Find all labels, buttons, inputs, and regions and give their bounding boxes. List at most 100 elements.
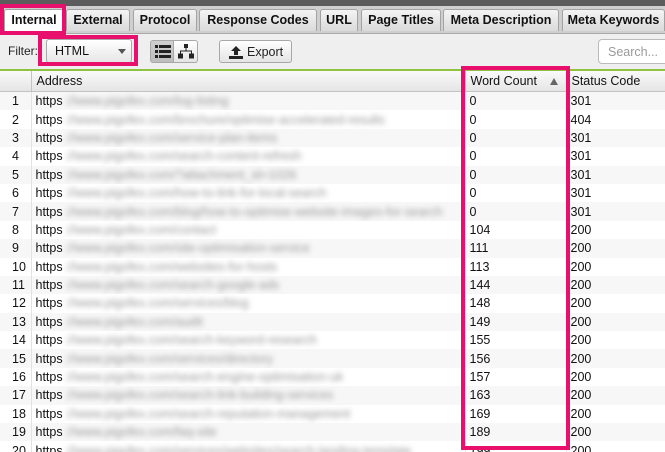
table-row[interactable]: 6 https://www.pigofex.com/how-to-link-for… [0,183,665,203]
word-count-cell: 104 [465,220,567,240]
word-count-cell: 163 [465,386,567,405]
export-button[interactable]: Export [219,40,292,63]
address-path-blurred: ://www.pigofex.com/services/websites/sea… [64,443,412,452]
address-scheme: https [35,130,63,145]
address-cell[interactable]: https://www.pigofex.com/site-optimisatio… [31,239,466,258]
table-row[interactable]: 4 https://www.pigofex.com/search-content-… [0,147,665,166]
address-scheme: https [35,222,63,237]
list-view-button[interactable] [150,40,174,63]
address-scheme: https [35,443,63,452]
row-number: 5 [0,165,32,184]
row-number: 1 [0,91,32,111]
address-cell[interactable]: https://www.pigofex.com/search-engine-op… [31,367,466,387]
table-row[interactable]: 3 https://www.pigofex.com/service-plan-it… [0,128,665,148]
row-number: 2 [0,110,32,129]
table-row[interactable]: 5 https://www.pigofex.com/?attachment_id=… [0,165,665,184]
table-row[interactable]: 2 https://www.pigofex.com/brochure/optimi… [0,110,665,129]
address-cell[interactable]: https://www.pigofex.com/blog/how-to-opti… [31,202,466,221]
address-cell[interactable]: https://www.pigofex.com/faq-site [31,423,466,442]
row-number: 8 [0,220,32,240]
filter-select-value: HTML [55,44,90,58]
tree-view-icon [178,44,194,59]
row-number: 4 [0,147,32,166]
filter-select[interactable]: HTML [46,39,132,63]
address-path-blurred: ://www.pigofex.com/search-content-refres… [64,149,302,164]
tab-page-titles[interactable]: Page Titles [361,9,441,31]
address-scheme: https [35,370,63,385]
tab-internal[interactable]: Internal [4,9,64,31]
table-row[interactable]: 9 https://www.pigofex.com/site-optimisati… [0,239,665,258]
table-row[interactable]: 8 https://www.pigofex.com/contact 104 200 [0,220,665,240]
table-row[interactable]: 17 https://www.pigofex.com/search-link-bu… [0,386,665,405]
tree-view-button[interactable] [174,40,198,63]
tab-protocol[interactable]: Protocol [133,9,197,31]
address-path-blurred: ://www.pigofex.com/audit [64,314,203,329]
row-number: 19 [0,423,32,442]
word-count-cell: 155 [465,331,567,350]
table-row[interactable]: 13 https://www.pigofex.com/audit 149 200 [0,312,665,332]
table-row[interactable]: 11 https://www.pigofex.com/search-google-… [0,275,665,295]
status-code-cell: 200 [566,257,665,276]
table-row[interactable]: 18 https://www.pigofex.com/search-reputat… [0,404,665,424]
word-count-cell: 144 [465,275,567,295]
address-scheme: https [35,314,63,329]
address-cell[interactable]: https://www.pigofex.com/service-plan-ite… [31,128,466,148]
table-row[interactable]: 7 https://www.pigofex.com/blog/how-to-opt… [0,202,665,221]
address-cell[interactable]: https://www.pigofex.com/services/blog [31,294,466,313]
address-column-header[interactable]: Address [31,71,466,92]
address-path-blurred: ://www.pigofex.com/log-listing [64,94,229,109]
tab-url[interactable]: URL [320,9,358,31]
tab-response-codes[interactable]: Response Codes [199,9,317,31]
address-cell[interactable]: https://www.pigofex.com/log-listing [31,91,466,111]
row-number: 20 [0,441,32,452]
word-count-cell: 0 [465,91,567,111]
tab-external[interactable]: External [66,9,130,31]
address-scheme: https [35,406,63,421]
list-view-icon [155,45,171,58]
table-row[interactable]: 1 https://www.pigofex.com/log-listing 0 301 [0,91,665,111]
address-path-blurred: ://www.pigofex.com/site-optimisation-ser… [64,241,310,256]
row-number: 3 [0,128,32,148]
address-cell[interactable]: https://www.pigofex.com/how-to-link-for-… [31,183,466,203]
address-scheme: https [35,259,63,274]
row-number: 7 [0,202,32,221]
status-code-cell: 200 [566,239,665,258]
search-input[interactable] [598,39,665,64]
status-code-column-header[interactable]: Status Code [566,71,665,92]
status-code-cell: 200 [566,275,665,295]
address-cell[interactable]: https://www.pigofex.com/audit [31,312,466,332]
word-count-header-label: Word Count [470,74,537,88]
address-cell[interactable]: https://www.pigofex.com/search-link-buil… [31,386,466,405]
table-row[interactable]: 15 https://www.pigofex.com/services/direc… [0,349,665,368]
address-path-blurred: ://www.pigofex.com/search-reputation-man… [64,406,351,421]
word-count-cell: 169 [465,404,567,424]
address-cell[interactable]: https://www.pigofex.com/search-content-r… [31,147,466,166]
table-row[interactable]: 14 https://www.pigofex.com/search-keyword… [0,331,665,350]
word-count-column-header[interactable]: Word Count [465,71,567,92]
tab-meta-keywords[interactable]: Meta Keywords [562,9,665,31]
address-scheme: https [35,351,63,366]
address-path-blurred: ://www.pigofex.com/websites-for-hosts [64,259,278,274]
table-row[interactable]: 19 https://www.pigofex.com/faq-site 189 200 [0,423,665,442]
address-cell[interactable]: https://www.pigofex.com/search-google-ad… [31,275,466,295]
address-cell[interactable]: https://www.pigofex.com/services/directo… [31,349,466,368]
address-cell[interactable]: https://www.pigofex.com/brochure/optimis… [31,110,466,129]
table-row[interactable]: 16 https://www.pigofex.com/search-engine-… [0,367,665,387]
address-cell[interactable]: https://www.pigofex.com/contact [31,220,466,240]
address-cell[interactable]: https://www.pigofex.com/websites-for-hos… [31,257,466,276]
table-row[interactable]: 10 https://www.pigofex.com/websites-for-h… [0,257,665,276]
address-cell[interactable]: https://www.pigofex.com/services/website… [31,441,466,452]
status-code-cell: 200 [566,220,665,240]
tab-meta-description[interactable]: Meta Description [443,9,559,31]
table-row[interactable]: 12 https://www.pigofex.com/services/blog 1… [0,294,665,313]
address-scheme: https [35,112,63,127]
address-path-blurred: ://www.pigofex.com/search-engine-optimis… [64,370,344,385]
tab-bar: Internal External Protocol Response Code… [0,6,665,34]
status-code-cell: 301 [566,91,665,111]
table-row[interactable]: 20 https://www.pigofex.com/services/websi… [0,441,665,452]
status-code-cell: 301 [566,183,665,203]
address-cell[interactable]: https://www.pigofex.com/search-reputatio… [31,404,466,424]
address-cell[interactable]: https://www.pigofex.com/search-keyword-r… [31,331,466,350]
address-path-blurred: ://www.pigofex.com/faq-site [64,425,217,440]
address-cell[interactable]: https://www.pigofex.com/?attachment_id=1… [31,165,466,184]
